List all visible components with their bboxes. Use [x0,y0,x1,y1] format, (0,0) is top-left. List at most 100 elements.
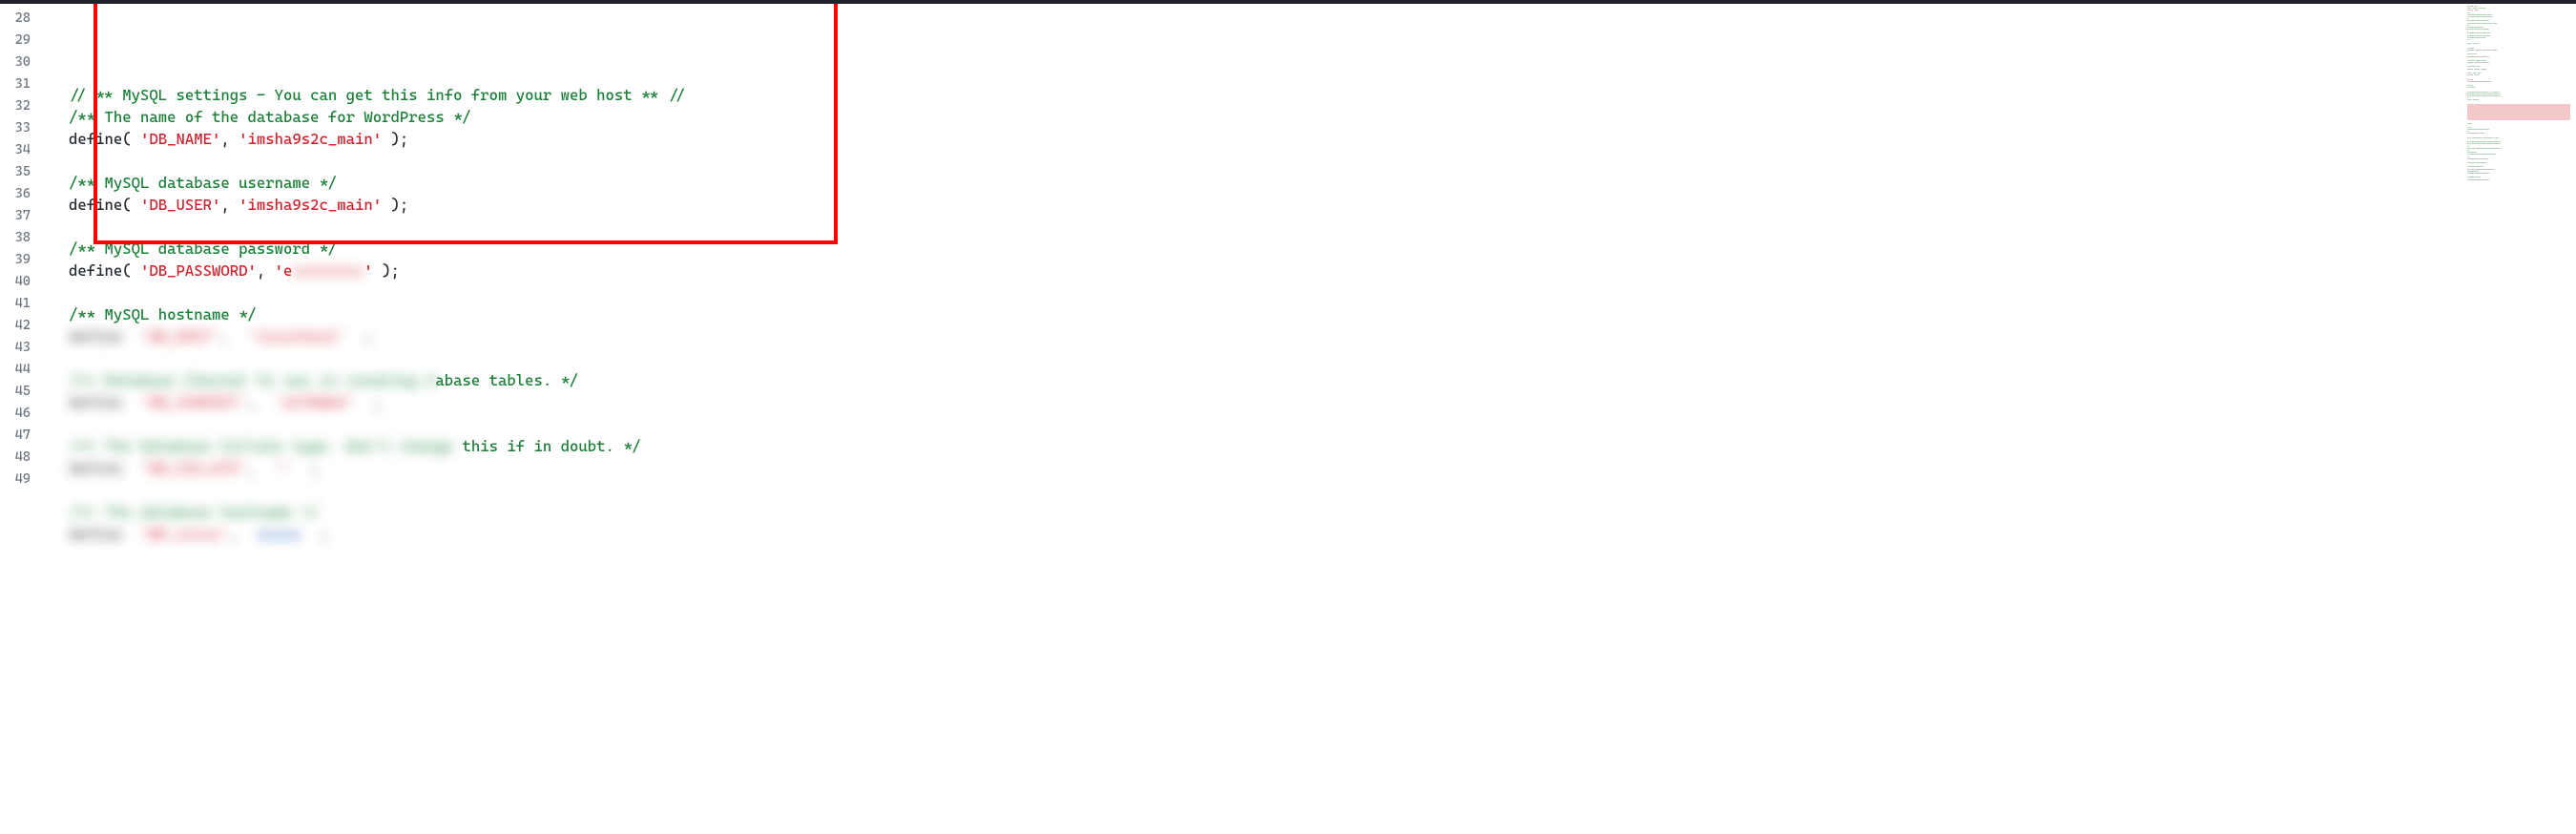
line-number: 45 [0,381,46,403]
code-line[interactable] [46,216,2462,238]
line-number: 34 [0,139,46,161]
code-token: 'DB_HOST' [140,325,220,347]
line-number: 48 [0,447,46,469]
line-number: 30 [0,52,46,73]
code-token: ' [364,261,372,280]
code-line[interactable]: // ** MySQL settings - You can get this … [46,84,2462,106]
code-line[interactable]: define 'DB_HOST', 'localhost' ; [46,325,2462,347]
code-line[interactable]: define 'DB_CHARSET', 'utf8mb4' ; [46,391,2462,413]
code-token: 'DB_CHARSET' [140,391,248,413]
code-token: 'e [275,261,293,280]
code-line[interactable]: define 'WP_xxxxx', xxxxx ; [46,523,2462,545]
code-token: ; [301,523,328,545]
code-token: 'DB_USER' [140,196,220,214]
line-number: 39 [0,249,46,271]
code-editor[interactable]: 2829303132333435363738394041424344454647… [0,0,2462,834]
code-token: , [257,261,275,280]
editor-top-bar [0,0,2576,4]
code-line[interactable] [46,413,2462,435]
code-line[interactable]: /** The Database Collate type. Don't cha… [46,435,2462,457]
line-number: 29 [0,30,46,52]
code-token: '' [275,457,293,479]
code-token: , [230,523,257,545]
code-token: , [220,325,247,347]
line-number: 46 [0,403,46,425]
code-token: xxxxx [257,523,301,545]
line-number: 32 [0,95,46,117]
code-token: 'DB_COLLATE' [140,457,248,479]
code-line[interactable]: /** MySQL database username */ [46,172,2462,194]
code-token: define [69,130,122,148]
code-token: /** MySQL hostname */ [69,305,257,323]
code-token: ( [122,196,140,214]
code-line[interactable]: /** Database Charset to use in creating … [46,369,2462,391]
line-number: 41 [0,293,46,315]
line-number: 49 [0,469,46,490]
code-line[interactable] [46,281,2462,303]
code-token: define [69,196,122,214]
code-line[interactable]: define 'DB_COLLATE', '' ; [46,457,2462,479]
code-token: 'DB_NAME' [140,130,220,148]
code-token: /** The Database Collate type. Don't cha… [69,435,453,457]
line-number: 33 [0,117,46,139]
code-token: 'imsha9s2c_main' [239,196,382,214]
code-token: define [69,261,122,280]
code-token: this if in doubt. */ [453,437,641,455]
code-token: define [69,391,140,413]
code-token: 'utf8mb4' [275,391,355,413]
line-number: 42 [0,315,46,337]
code-token: ; [346,325,373,347]
line-number: 37 [0,205,46,227]
code-token: ; [355,391,382,413]
code-line[interactable]: /** The name of the database for WordPre… [46,106,2462,128]
code-line[interactable]: define( 'DB_NAME', 'imsha9s2c_main' ); [46,128,2462,150]
code-token: ); [382,196,408,214]
code-line[interactable]: /** MySQL hostname */ [46,303,2462,325]
code-token: /** The name of the database for WordPre… [69,108,471,126]
code-token: abase tables. */ [435,371,578,389]
code-token: , [248,457,275,479]
line-number: 44 [0,359,46,381]
line-number: 40 [0,271,46,293]
code-line[interactable] [46,150,2462,172]
code-token: define [69,325,140,347]
code-token: /** MySQL database password */ [69,240,337,258]
line-number: 43 [0,337,46,359]
code-line[interactable]: define( 'DB_USER', 'imsha9s2c_main' ); [46,194,2462,216]
code-line[interactable] [46,62,2462,84]
code-token: 'DB_PASSWORD' [140,261,257,280]
code-token: /** Database Charset to use in creating … [69,369,435,391]
code-token: 'imsha9s2c_main' [239,130,382,148]
code-token: ( [122,130,140,148]
line-number-gutter: 2829303132333435363738394041424344454647… [0,0,46,834]
code-token: xxxxxxxx [292,260,364,281]
code-token: , [248,391,275,413]
line-number: 38 [0,227,46,249]
line-number: 35 [0,161,46,183]
code-token: , [220,130,239,148]
code-line[interactable] [46,479,2462,501]
line-number: 36 [0,183,46,205]
code-line[interactable]: define( 'DB_PASSWORD', 'exxxxxxxx' ); [46,260,2462,281]
line-number: 47 [0,425,46,447]
code-token: ); [373,261,400,280]
minimap-line: xxxxxxxxxxxxxxxxxxx [2467,179,2570,181]
code-token: 'WP_xxxxx' [140,523,230,545]
code-token: define [69,523,140,545]
code-token: define [69,457,140,479]
code-content-area[interactable]: // ** MySQL settings - You can get this … [46,0,2462,834]
code-token: ); [382,130,408,148]
code-line[interactable]: /** The database hostname */ [46,501,2462,523]
code-token: , [220,196,239,214]
line-number: 28 [0,8,46,30]
code-line[interactable]: /** MySQL database password */ [46,238,2462,260]
line-number: 31 [0,73,46,95]
code-token: /** MySQL database username */ [69,174,337,192]
code-token: /** The database hostname */ [69,501,320,523]
code-line[interactable] [46,347,2462,369]
code-token: // ** MySQL settings - You can get this … [69,86,686,104]
minimap[interactable]: xxxxx xxxxxxx xxxx xxxxxxxxxxx xxxxxxxxx… [2462,0,2576,834]
code-token: ( [122,261,140,280]
code-token: 'localhost' [248,325,346,347]
code-token: ; [292,457,319,479]
